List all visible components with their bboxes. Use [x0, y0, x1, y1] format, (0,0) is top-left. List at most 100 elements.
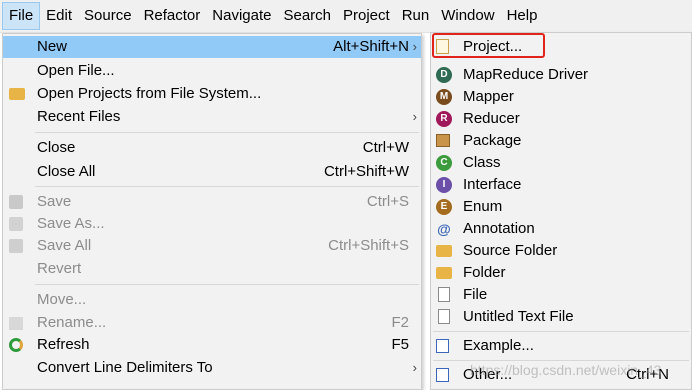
menu-item-shortcut: Ctrl+Shift+W	[323, 163, 409, 180]
menu-separator	[35, 284, 419, 285]
menu-item-recent-files[interactable]: Recent Files ›	[3, 106, 421, 128]
menu-item-label: MapReduce Driver	[463, 66, 589, 83]
text-file-icon	[438, 309, 450, 324]
menu-search[interactable]: Search	[277, 1, 337, 31]
menu-item-folder[interactable]: Folder	[431, 262, 691, 284]
menu-item-untitled-text-file[interactable]: Untitled Text File	[431, 306, 691, 328]
menu-item-refresh[interactable]: Refresh F5	[3, 334, 421, 356]
mapper-icon: M	[436, 89, 452, 105]
menu-run[interactable]: Run	[396, 1, 436, 31]
menu-item-label: Package	[463, 132, 522, 149]
folder-icon	[436, 267, 452, 279]
refresh-icon	[9, 338, 23, 352]
other-icon	[436, 368, 449, 382]
menu-item-shortcut: Ctrl+Shift+S	[328, 237, 409, 254]
menu-item-label: Close	[37, 139, 76, 156]
menu-item-mapper[interactable]: M Mapper	[431, 86, 691, 108]
menu-item-label: Example...	[463, 337, 534, 354]
menu-item-package[interactable]: Package	[431, 130, 691, 152]
menu-item-label: Recent Files	[37, 108, 121, 125]
example-icon	[436, 339, 449, 353]
folder-icon	[9, 88, 25, 100]
menu-window[interactable]: Window	[435, 1, 500, 31]
mapreduce-driver-icon: D	[436, 67, 452, 83]
menu-item-class[interactable]: C Class	[431, 152, 691, 174]
package-icon	[436, 134, 450, 147]
menu-item-shortcut: Alt+Shift+N	[333, 38, 409, 55]
menu-separator	[35, 186, 419, 187]
menu-item-label: Class	[463, 154, 501, 171]
menu-item-label: Convert Line Delimiters To	[37, 359, 213, 376]
save-icon	[9, 195, 23, 209]
menu-item-label: Interface	[463, 176, 522, 193]
menu-item-file[interactable]: File	[431, 284, 691, 306]
file-icon	[438, 287, 450, 302]
menu-item-label: Untitled Text File	[463, 308, 574, 325]
menu-separator	[433, 360, 689, 361]
menu-refactor[interactable]: Refactor	[138, 1, 207, 31]
menu-item-open-projects[interactable]: Open Projects from File System...	[3, 83, 421, 105]
menu-separator	[433, 331, 689, 332]
chevron-right-icon: ›	[412, 360, 417, 375]
menu-item-shortcut: Ctrl+S	[366, 193, 409, 210]
menu-edit[interactable]: Edit	[40, 1, 78, 31]
menu-item-label: Enum	[463, 198, 503, 215]
reducer-icon: R	[436, 111, 452, 127]
save-as-icon	[9, 217, 23, 231]
menu-item-save-all[interactable]: Save All Ctrl+Shift+S	[3, 235, 421, 257]
menu-item-new[interactable]: New Alt+Shift+N ›	[3, 36, 421, 58]
menu-item-close-all[interactable]: Close All Ctrl+Shift+W	[3, 161, 421, 183]
menu-item-label: Reducer	[463, 110, 520, 127]
menu-item-save[interactable]: Save Ctrl+S	[3, 191, 421, 213]
menu-item-convert-line-delimiters[interactable]: Convert Line Delimiters To ›	[3, 357, 421, 379]
menu-item-close[interactable]: Close Ctrl+W	[3, 137, 421, 159]
menu-item-label: Rename...	[37, 314, 107, 331]
menu-item-example[interactable]: Example...	[431, 335, 691, 357]
menu-item-label: Close All	[37, 163, 96, 180]
menu-item-annotation[interactable]: @ Annotation	[431, 218, 691, 240]
menu-item-save-as[interactable]: Save As...	[3, 213, 421, 235]
chevron-right-icon: ›	[412, 109, 417, 124]
menu-project[interactable]: Project	[337, 1, 396, 31]
menu-item-label: Mapper	[463, 88, 514, 105]
menu-item-source-folder[interactable]: Source Folder	[431, 240, 691, 262]
menu-help[interactable]: Help	[501, 1, 544, 31]
menu-item-label: Annotation	[463, 220, 535, 237]
menu-item-label: Folder	[463, 264, 506, 281]
menu-item-rename[interactable]: Rename... F2	[3, 312, 421, 334]
menu-item-shortcut: F2	[391, 314, 409, 331]
rename-icon	[9, 317, 23, 330]
menu-bar: File Edit Source Refactor Navigate Searc…	[0, 0, 692, 33]
source-folder-icon	[436, 245, 452, 257]
menu-item-mapreduce-driver[interactable]: D MapReduce Driver	[431, 64, 691, 86]
highlight-box	[432, 33, 545, 58]
menu-item-interface[interactable]: I Interface	[431, 174, 691, 196]
menu-item-label: New	[37, 38, 68, 55]
menu-file[interactable]: File	[2, 2, 41, 30]
interface-icon: I	[436, 177, 452, 193]
save-all-icon	[9, 239, 23, 253]
menu-item-revert[interactable]: Revert	[3, 258, 421, 280]
menu-item-label: Source Folder	[463, 242, 558, 259]
menu-item-move[interactable]: Move...	[3, 289, 421, 311]
menu-item-open-file[interactable]: Open File...	[3, 60, 421, 82]
new-submenu: Project... D MapReduce Driver M Mapper R…	[430, 32, 692, 390]
menu-item-label: Revert	[37, 260, 82, 277]
file-menu: New Alt+Shift+N › Open File... Open Proj…	[2, 33, 422, 390]
class-icon: C	[436, 155, 452, 171]
menu-item-label: Save	[37, 193, 72, 210]
annotation-icon: @	[437, 221, 451, 237]
menu-item-shortcut: Ctrl+W	[362, 139, 409, 156]
enum-icon: E	[436, 199, 452, 215]
menu-navigate[interactable]: Navigate	[206, 1, 277, 31]
menu-item-label: Open Projects from File System...	[37, 85, 262, 102]
menu-item-label: Open File...	[37, 62, 115, 79]
chevron-right-icon: ›	[412, 39, 417, 54]
menu-item-label: Refresh	[37, 336, 90, 353]
menu-item-label: Save As...	[37, 215, 105, 232]
menu-item-enum[interactable]: E Enum	[431, 196, 691, 218]
menu-item-reducer[interactable]: R Reducer	[431, 108, 691, 130]
menu-item-shortcut: F5	[391, 336, 409, 353]
menu-source[interactable]: Source	[78, 1, 138, 31]
menu-separator	[35, 132, 419, 133]
